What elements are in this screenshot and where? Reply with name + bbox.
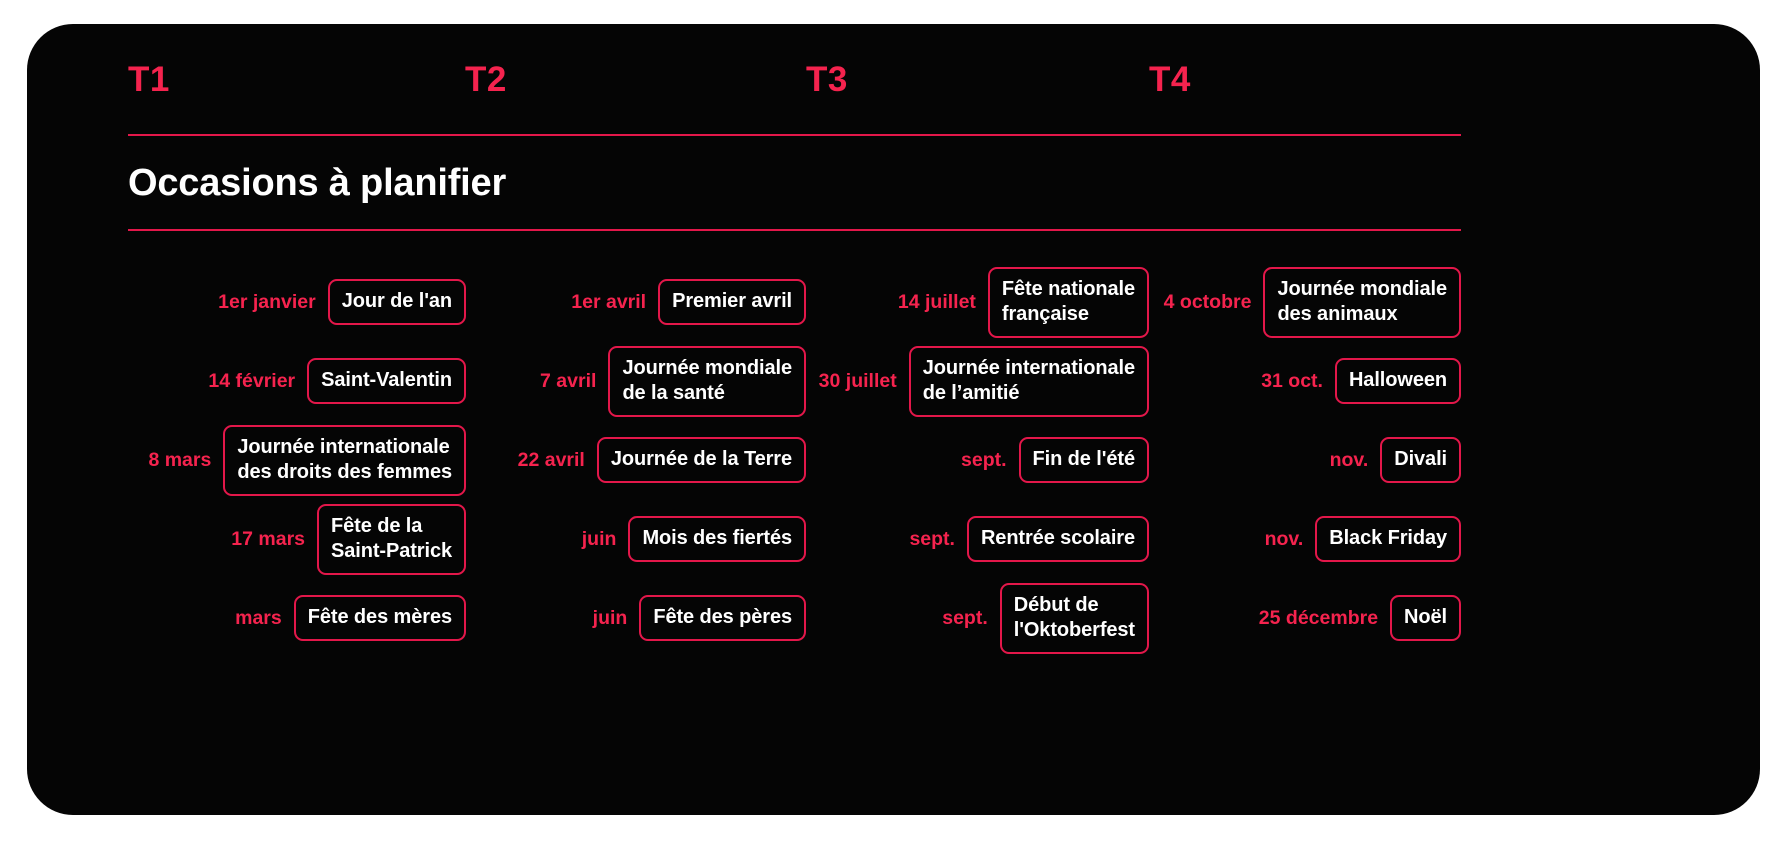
occasion-row: juin Mois des fiertés bbox=[466, 500, 806, 579]
occasion-chip[interactable]: Premier avril bbox=[658, 279, 806, 326]
occasions-column-t2: 1er avril Premier avril 7 avril Journée … bbox=[466, 263, 806, 658]
occasion-date: nov. bbox=[1264, 528, 1304, 551]
occasion-date: 14 février bbox=[208, 370, 296, 393]
occasion-date: 4 octobre bbox=[1163, 291, 1252, 314]
occasion-chip[interactable]: Fête des mères bbox=[293, 595, 466, 642]
occasion-date: sept. bbox=[909, 528, 955, 551]
occasion-row: sept. Début de l'Oktoberfest bbox=[806, 579, 1149, 658]
occasion-date: 14 juillet bbox=[897, 291, 976, 314]
occasion-row: 1er avril Premier avril bbox=[466, 263, 806, 342]
occasion-row: 7 avril Journée mondiale de la santé bbox=[466, 342, 806, 421]
occasion-chip[interactable]: Noël bbox=[1390, 595, 1461, 642]
occasion-row: sept. Fin de l'été bbox=[806, 421, 1149, 500]
occasion-chip[interactable]: Début de l'Oktoberfest bbox=[999, 582, 1149, 654]
occasion-chip[interactable]: Black Friday bbox=[1315, 516, 1461, 563]
occasions-column-t4: 4 octobre Journée mondiale des animaux 3… bbox=[1149, 263, 1461, 658]
occasion-row: mars Fête des mères bbox=[128, 579, 466, 658]
occasion-row: nov. Black Friday bbox=[1149, 500, 1461, 579]
occasion-date: nov. bbox=[1329, 449, 1369, 472]
occasions-grid: 1er janvier Jour de l'an 14 février Sain… bbox=[128, 231, 1461, 658]
occasion-chip[interactable]: Saint-Valentin bbox=[307, 358, 466, 405]
occasion-chip[interactable]: Journée internationale de l’amitié bbox=[908, 345, 1149, 417]
occasion-chip[interactable]: Halloween bbox=[1334, 358, 1461, 405]
occasion-chip[interactable]: Fête de la Saint-Patrick bbox=[317, 503, 466, 575]
occasion-date: 22 avril bbox=[517, 449, 585, 472]
occasion-date: 31 oct. bbox=[1261, 370, 1323, 393]
quarter-label-t3: T3 bbox=[806, 60, 848, 99]
occasion-date: 1er janvier bbox=[218, 291, 316, 314]
occasion-chip[interactable]: Mois des fiertés bbox=[628, 516, 806, 563]
occasion-chip[interactable]: Divali bbox=[1380, 437, 1461, 484]
occasion-date: 17 mars bbox=[231, 528, 306, 551]
occasion-row: 8 mars Journée internationale des droits… bbox=[128, 421, 466, 500]
occasion-row: 17 mars Fête de la Saint-Patrick bbox=[128, 500, 466, 579]
occasion-chip[interactable]: Journée mondiale de la santé bbox=[608, 345, 806, 417]
occasion-date: juin bbox=[592, 607, 628, 630]
occasion-date: 1er avril bbox=[571, 291, 647, 314]
occasion-date: juin bbox=[581, 528, 617, 551]
quarter-header-row: T1 T2 T3 T4 bbox=[128, 62, 1461, 134]
occasion-row: 1er janvier Jour de l'an bbox=[128, 263, 466, 342]
occasion-row: nov. Divali bbox=[1149, 421, 1461, 500]
quarter-label-t4: T4 bbox=[1149, 60, 1191, 99]
occasions-column-t3: 14 juillet Fête nationale française 30 j… bbox=[806, 263, 1149, 658]
section-title: Occasions à planifier bbox=[128, 162, 507, 204]
card-inner: T1 T2 T3 T4 Occasions à planifier 1er ja… bbox=[128, 62, 1461, 658]
occasion-row: 30 juillet Journée internationale de l’a… bbox=[806, 342, 1149, 421]
occasion-date: 7 avril bbox=[540, 370, 597, 393]
occasion-chip[interactable]: Journée mondiale des animaux bbox=[1263, 266, 1461, 338]
occasion-row: 14 février Saint-Valentin bbox=[128, 342, 466, 421]
occasion-row: 22 avril Journée de la Terre bbox=[466, 421, 806, 500]
occasion-row: 31 oct. Halloween bbox=[1149, 342, 1461, 421]
occasion-date: sept. bbox=[942, 607, 988, 630]
occasion-row: juin Fête des pères bbox=[466, 579, 806, 658]
occasion-row: 25 décembre Noël bbox=[1149, 579, 1461, 658]
occasions-column-t1: 1er janvier Jour de l'an 14 février Sain… bbox=[128, 263, 466, 658]
quarter-label-t2: T2 bbox=[465, 60, 507, 99]
quarter-label-t1: T1 bbox=[128, 60, 170, 99]
occasion-chip[interactable]: Fête nationale française bbox=[987, 266, 1149, 338]
occasion-chip[interactable]: Fin de l'été bbox=[1018, 437, 1149, 484]
occasion-date: mars bbox=[235, 607, 282, 630]
occasion-row: 14 juillet Fête nationale française bbox=[806, 263, 1149, 342]
occasion-chip[interactable]: Rentrée scolaire bbox=[966, 516, 1149, 563]
occasion-chip[interactable]: Journée de la Terre bbox=[596, 437, 806, 484]
occasion-chip[interactable]: Journée internationale des droits des fe… bbox=[223, 424, 466, 496]
occasion-row: sept. Rentrée scolaire bbox=[806, 500, 1149, 579]
occasion-date: 25 décembre bbox=[1258, 607, 1379, 630]
occasions-card: T1 T2 T3 T4 Occasions à planifier 1er ja… bbox=[27, 24, 1760, 815]
occasion-date: 8 mars bbox=[148, 449, 212, 472]
occasion-chip[interactable]: Jour de l'an bbox=[327, 279, 466, 326]
occasion-row: 4 octobre Journée mondiale des animaux bbox=[1149, 263, 1461, 342]
occasion-date: 30 juillet bbox=[818, 370, 897, 393]
occasion-chip[interactable]: Fête des pères bbox=[639, 595, 806, 642]
occasion-date: sept. bbox=[961, 449, 1007, 472]
